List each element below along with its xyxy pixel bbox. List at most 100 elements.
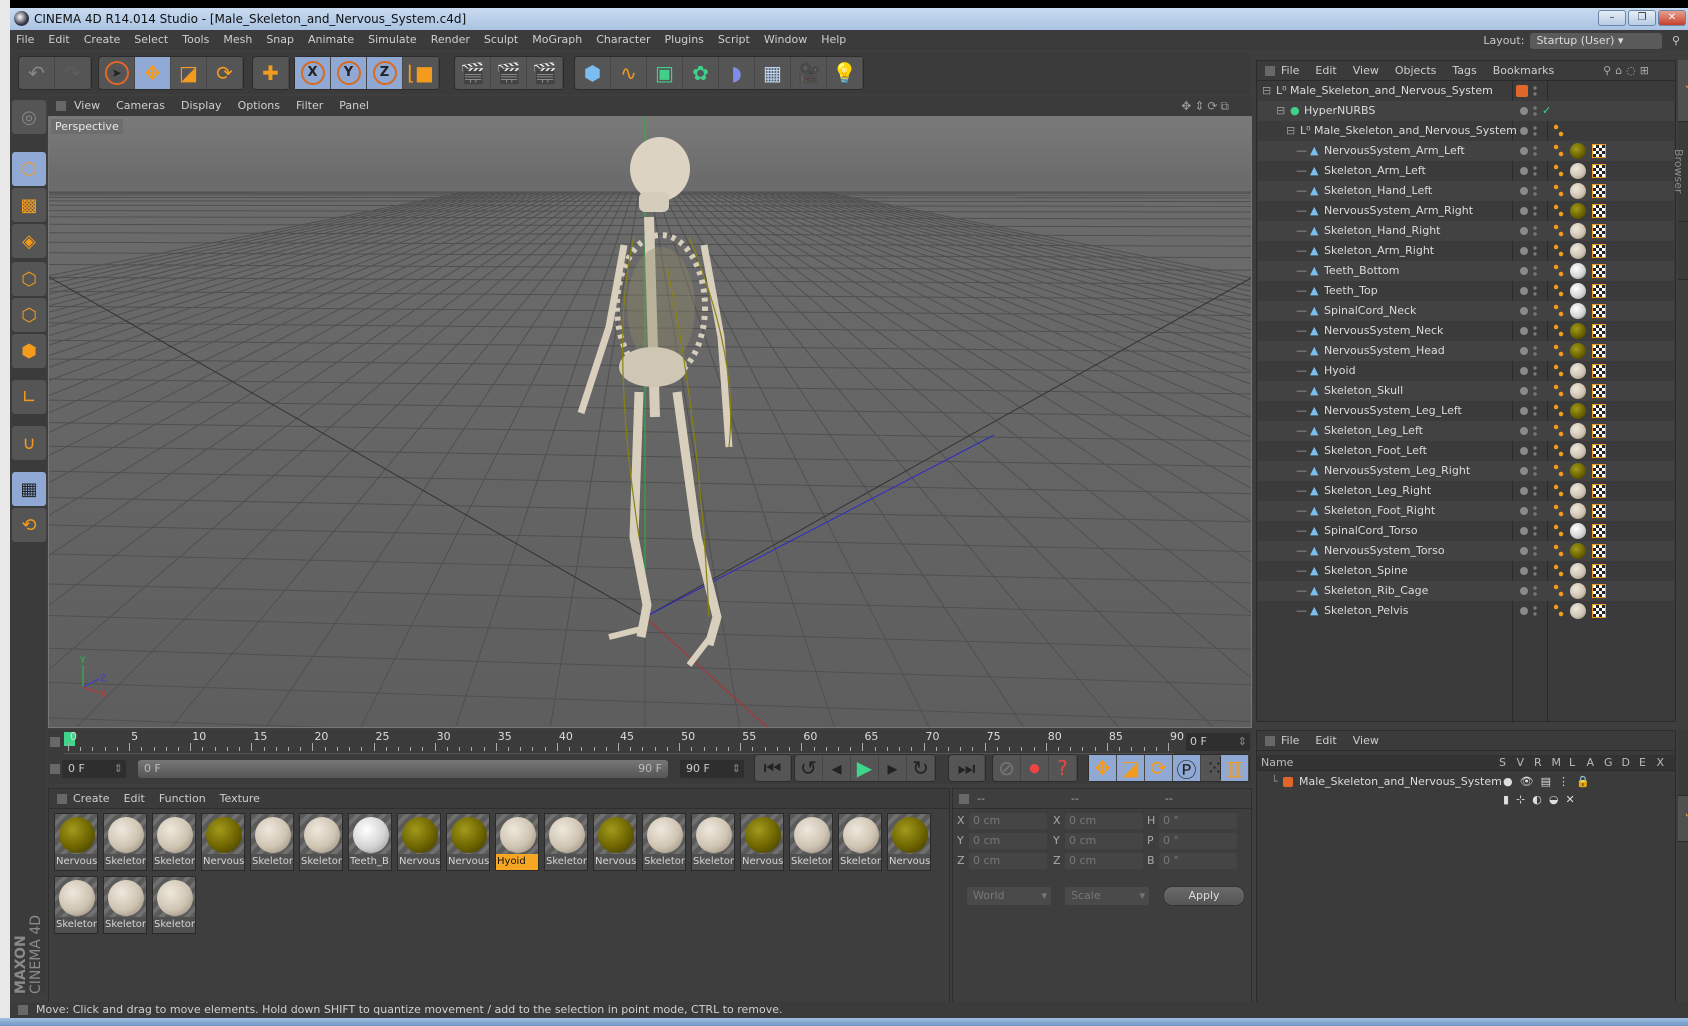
coord-field[interactable]: 0 cm xyxy=(969,813,1047,829)
3d-viewport[interactable]: Y ZX Perspective xyxy=(48,116,1252,728)
object-row[interactable]: — ▲ Skeleton_Foot_Right xyxy=(1258,501,1674,521)
material-swatch[interactable]: Skeletor xyxy=(103,813,147,871)
phong-tag-icon[interactable] xyxy=(1554,244,1564,258)
phong-tag-icon[interactable] xyxy=(1554,324,1564,338)
object-menu-tags[interactable]: Tags xyxy=(1452,64,1476,77)
layer-menu-edit[interactable]: Edit xyxy=(1315,734,1336,747)
search-icon[interactable]: ⚲ xyxy=(1672,34,1680,47)
visibility-dot-icon[interactable] xyxy=(1520,447,1528,455)
live-selection-icon[interactable]: ➤ xyxy=(99,57,135,89)
coord-mode-dropdown[interactable]: World ▾ xyxy=(967,887,1051,905)
points-mode-icon[interactable]: ⬡ xyxy=(12,262,46,296)
skeleton-model[interactable] xyxy=(577,137,733,667)
editor-render-visibility-icon[interactable] xyxy=(1533,545,1537,557)
object-menu-objects[interactable]: Objects xyxy=(1395,64,1437,77)
material-tag-icon[interactable] xyxy=(1570,523,1586,539)
visibility-dot-icon[interactable] xyxy=(1520,367,1528,375)
material-tag-icon[interactable] xyxy=(1570,383,1586,399)
object-name[interactable]: SpinalCord_Neck xyxy=(1324,301,1416,321)
phong-tag-icon[interactable] xyxy=(1554,144,1564,158)
expand-toggle-icon[interactable]: ⊟ xyxy=(1286,121,1295,141)
material-tag-icon[interactable] xyxy=(1570,583,1586,599)
material-swatch[interactable]: Skeletor xyxy=(250,813,294,871)
visibility-dot-icon[interactable] xyxy=(1520,207,1528,215)
material-tag-icon[interactable] xyxy=(1570,183,1586,199)
visibility-dot-icon[interactable] xyxy=(1520,167,1528,175)
object-row[interactable]: — ▲ NervousSystem_Leg_Right xyxy=(1258,461,1674,481)
editor-render-visibility-icon[interactable] xyxy=(1533,605,1537,617)
viewport-menu-view[interactable]: View xyxy=(74,99,100,112)
object-menu-bookmarks[interactable]: Bookmarks xyxy=(1493,64,1554,77)
object-name[interactable]: SpinalCord_Torso xyxy=(1324,521,1418,541)
menu-snap[interactable]: Snap xyxy=(266,33,294,46)
material-tag-icon[interactable] xyxy=(1570,303,1586,319)
timeline-window-icon[interactable]: ▥ xyxy=(1221,755,1249,781)
undo-button[interactable]: ↶ xyxy=(19,57,55,89)
coord-field[interactable]: 0 ° xyxy=(1159,853,1237,869)
layer-column-g[interactable]: G xyxy=(1604,755,1613,771)
expand-toggle-icon[interactable]: ⊟ xyxy=(1276,101,1285,121)
phong-tag-icon[interactable] xyxy=(1554,304,1564,318)
object-toolbar-icons[interactable]: ⚲⌂◌⊞ xyxy=(1603,61,1653,81)
object-row[interactable]: — ▲ Skeleton_Hand_Left xyxy=(1258,181,1674,201)
object-row[interactable]: — ▲ Skeleton_Skull xyxy=(1258,381,1674,401)
visibility-dot-icon[interactable] xyxy=(1520,347,1528,355)
menu-animate[interactable]: Animate xyxy=(308,33,354,46)
uvw-tag-icon[interactable] xyxy=(1592,464,1606,478)
key-scale-icon[interactable]: ◪ xyxy=(1117,755,1145,781)
uvw-tag-icon[interactable] xyxy=(1592,304,1606,318)
visibility-dot-icon[interactable] xyxy=(1520,567,1528,575)
viewport-nav-icons[interactable]: ✥⇕⟳⧉ xyxy=(1181,96,1232,116)
menu-render[interactable]: Render xyxy=(431,33,470,46)
material-tag-icon[interactable] xyxy=(1570,603,1586,619)
editor-render-visibility-icon[interactable] xyxy=(1533,465,1537,477)
material-tag-icon[interactable] xyxy=(1570,263,1586,279)
editor-render-visibility-icon[interactable] xyxy=(1533,165,1537,177)
object-row[interactable]: — ▲ NervousSystem_Torso xyxy=(1258,541,1674,561)
object-row[interactable]: ⊟ L⁰ Male_Skeleton_and_Nervous_System xyxy=(1258,121,1674,141)
object-name[interactable]: NervousSystem_Leg_Left xyxy=(1324,401,1462,421)
menu-character[interactable]: Character xyxy=(596,33,650,46)
menu-file[interactable]: File xyxy=(16,33,34,46)
uvw-tag-icon[interactable] xyxy=(1592,384,1606,398)
object-menu-edit[interactable]: Edit xyxy=(1315,64,1336,77)
key-position-icon[interactable]: ✥ xyxy=(1089,755,1117,781)
material-swatch[interactable]: Skeletor xyxy=(152,813,196,871)
editor-render-visibility-icon[interactable] xyxy=(1533,365,1537,377)
phong-tag-icon[interactable] xyxy=(1554,564,1564,578)
key-rotation-icon[interactable]: ⟳ xyxy=(1145,755,1173,781)
object-name[interactable]: Skeleton_Leg_Left xyxy=(1324,421,1423,441)
phong-tag-icon[interactable] xyxy=(1554,584,1564,598)
texture-mode-icon[interactable]: ▩ xyxy=(12,188,46,222)
object-row[interactable]: — ▲ Teeth_Bottom xyxy=(1258,261,1674,281)
floor-icon[interactable]: ▦ xyxy=(755,57,791,89)
object-row[interactable]: — ▲ Skeleton_Foot_Left xyxy=(1258,441,1674,461)
uvw-tag-icon[interactable] xyxy=(1592,524,1606,538)
visibility-dot-icon[interactable] xyxy=(1520,467,1528,475)
side-tab-attributes[interactable]: Attributes xyxy=(1678,730,1688,796)
material-swatch[interactable]: Skeletor xyxy=(299,813,343,871)
object-name[interactable]: HyperNURBS xyxy=(1304,101,1375,121)
layer-column-x[interactable]: X xyxy=(1657,755,1665,771)
visibility-dot-icon[interactable] xyxy=(1520,387,1528,395)
uvw-tag-icon[interactable] xyxy=(1592,324,1606,338)
material-tag-icon[interactable] xyxy=(1570,223,1586,239)
edges-mode-icon[interactable]: ⬡ xyxy=(12,298,46,332)
object-row[interactable]: — ▲ NervousSystem_Arm_Left xyxy=(1258,141,1674,161)
material-tag-icon[interactable] xyxy=(1570,483,1586,499)
editor-render-visibility-icon[interactable] xyxy=(1533,305,1537,317)
object-name[interactable]: Teeth_Top xyxy=(1324,281,1378,301)
autokey-help-icon[interactable]: ? xyxy=(1049,755,1077,781)
menu-edit[interactable]: Edit xyxy=(48,33,69,46)
object-name[interactable]: Skeleton_Hand_Right xyxy=(1324,221,1441,241)
material-swatch[interactable]: Skeletor xyxy=(642,813,686,871)
menu-mesh[interactable]: Mesh xyxy=(223,33,252,46)
uvw-tag-icon[interactable] xyxy=(1592,404,1606,418)
uvw-tag-icon[interactable] xyxy=(1592,264,1606,278)
frame-range-slider[interactable]: 0 F 90 F xyxy=(138,760,668,778)
polygons-mode-icon[interactable]: ⬢ xyxy=(12,334,46,368)
object-name[interactable]: Skeleton_Pelvis xyxy=(1324,601,1408,621)
editor-render-visibility-icon[interactable] xyxy=(1533,205,1537,217)
object-name[interactable]: Skeleton_Leg_Right xyxy=(1324,481,1431,501)
editor-render-visibility-icon[interactable] xyxy=(1533,505,1537,517)
